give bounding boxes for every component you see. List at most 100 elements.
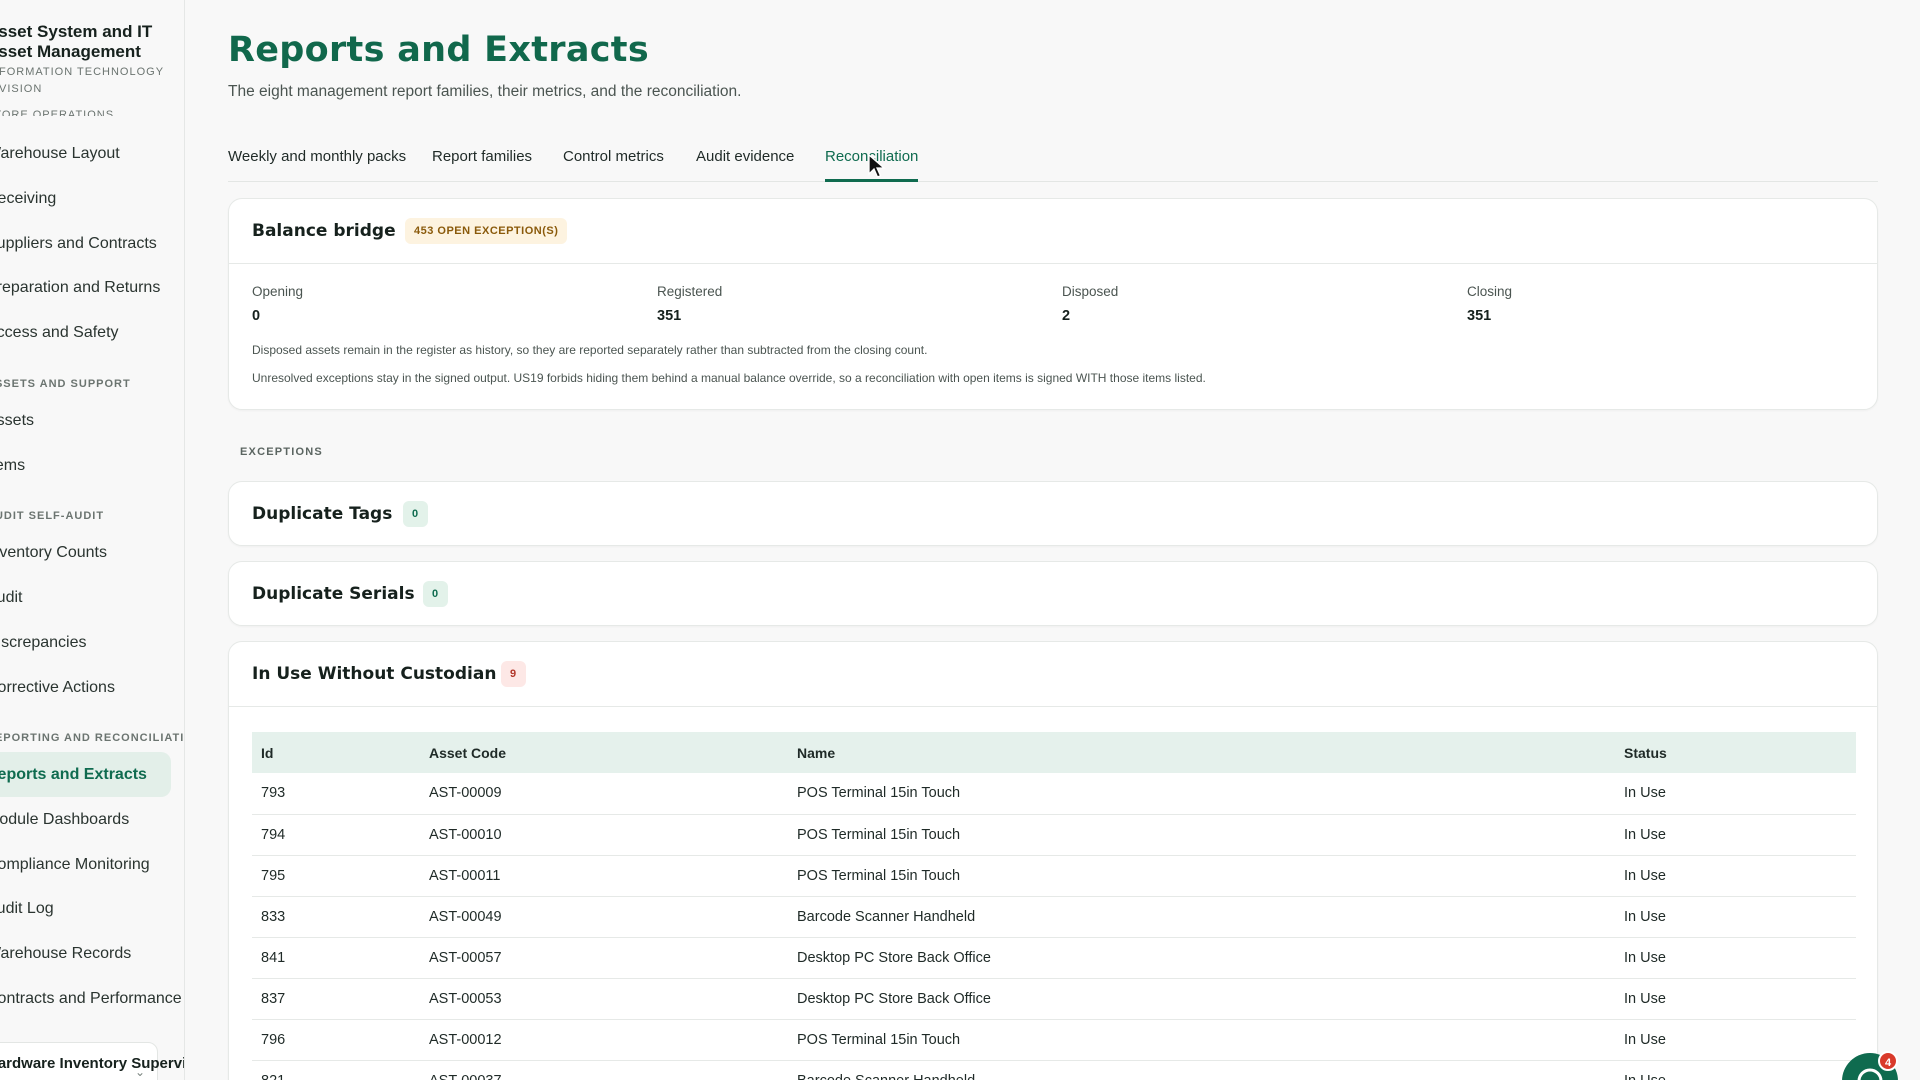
divider (229, 263, 1877, 264)
sidebar-section-support: ASSETS AND SUPPORT (0, 378, 131, 390)
table-row[interactable]: 841 AST-00057 Desktop PC Store Back Offi… (252, 937, 1856, 978)
cell-name: Desktop PC Store Back Office (797, 990, 991, 1007)
cell-status: In Use (1624, 785, 1666, 802)
sidebar-item-receiving[interactable]: Receiving (0, 176, 171, 221)
table-header-row: Id Asset Code Name Status (252, 732, 1856, 773)
cell-name: POS Terminal 15in Touch (797, 867, 961, 884)
duplicate-serials-card[interactable]: Duplicate Serials 0 (228, 561, 1878, 626)
sidebar-item-reports-extracts[interactable]: Reports and Extracts (0, 752, 171, 797)
cell-asset-code: AST-00010 (429, 826, 502, 843)
table-row[interactable]: 837 AST-00053 Desktop PC Store Back Offi… (252, 978, 1856, 1019)
cell-status: In Use (1624, 826, 1666, 843)
sidebar-item-module-dashboards[interactable]: Module Dashboards (0, 797, 171, 842)
cell-status: In Use (1615, 1060, 1856, 1080)
duplicate-tags-title: Duplicate Tags (252, 504, 393, 524)
sidebar-item-items[interactable]: Items (0, 443, 171, 488)
metric-label: Registered (657, 284, 723, 299)
metric-disposed: Disposed 2 (1062, 284, 1118, 324)
cell-asset-code: AST-00009 (429, 785, 502, 802)
cell-id: 833 (261, 908, 286, 925)
sidebar-item-contracts[interactable]: Contracts and Performance (0, 976, 182, 1021)
sidebar-item-warehouse-records[interactable]: Warehouse Records (0, 931, 171, 976)
exceptions-section-label: EXCEPTIONS (240, 446, 323, 458)
sidebar-item-access[interactable]: Access and Safety (0, 310, 171, 355)
sidebar-item-audit-log[interactable]: Audit Log (0, 886, 171, 931)
cell-id: 793 (261, 785, 286, 802)
page-title: Reports and Extracts (228, 30, 649, 70)
metric-value: 351 (1467, 308, 1492, 324)
mouse-cursor-icon (868, 154, 886, 178)
tab-weekly-monthly-packs[interactable]: Weekly and monthly packs (228, 148, 406, 182)
sidebar-section-store: STORE OPERATIONS (0, 109, 115, 116)
cell-id: 796 (261, 1031, 286, 1048)
metric-value: 351 (657, 308, 682, 324)
bridge-note-disposed: Disposed assets remain in the register a… (252, 343, 928, 357)
sidebar-item-discrepancies[interactable]: Discrepancies (0, 620, 171, 665)
in-use-without-custodian-card: In Use Without Custodian 9 Id Asset Code… (228, 641, 1878, 1080)
cell-id: 821 (252, 1060, 420, 1080)
open-exceptions-badge: 453 OPEN EXCEPTION(S) (405, 218, 568, 244)
cell-status: In Use (1624, 1031, 1666, 1048)
sidebar-item-assets[interactable]: Assets (0, 398, 171, 443)
cell-status: In Use (1624, 990, 1666, 1007)
tab-control-metrics[interactable]: Control metrics (563, 148, 664, 182)
column-header-id[interactable]: Id (252, 732, 420, 773)
cell-status: In Use (1624, 908, 1666, 925)
metric-opening: Opening 0 (252, 284, 303, 324)
cell-asset-code: AST-00049 (429, 908, 502, 925)
column-header-asset-code[interactable]: Asset Code (420, 732, 788, 773)
table-row[interactable]: 821 AST-00037 Barcode Scanner Handheld I… (252, 1060, 1856, 1080)
sidebar-item-inventory-counts[interactable]: Inventory Counts (0, 530, 171, 575)
user-menu[interactable]: Hardware Inventory Supervisor ⌄ (0, 1042, 185, 1080)
app-subtitle: INFORMATION TECHNOLOGY DIVISION (0, 66, 164, 95)
sidebar-item-corrective-actions[interactable]: Corrective Actions (0, 665, 171, 710)
sidebar-item-audit[interactable]: Audit (0, 575, 171, 620)
divider (229, 706, 1877, 707)
user-name: Hardware Inventory Supervisor (0, 1055, 185, 1072)
in-use-without-custodian-count-badge: 9 (501, 661, 526, 687)
chevron-down-icon: ⌄ (134, 1065, 145, 1079)
cell-name: POS Terminal 15in Touch (797, 826, 961, 843)
metric-closing: Closing 351 (1467, 284, 1512, 324)
cell-name: Barcode Scanner Handheld (788, 1060, 1615, 1080)
table-row[interactable]: 796 AST-00012 POS Terminal 15in Touch In… (252, 1019, 1856, 1060)
sidebar-item-warehouse-layout[interactable]: Warehouse Layout (0, 131, 171, 176)
cell-status: In Use (1624, 867, 1666, 884)
cell-id: 841 (261, 949, 286, 966)
duplicate-serials-title: Duplicate Serials (252, 584, 415, 604)
cell-id: 837 (261, 990, 286, 1007)
cell-asset-code: AST-00053 (429, 990, 502, 1007)
table-row[interactable]: 833 AST-00049 Barcode Scanner Handheld I… (252, 896, 1856, 937)
page-subtitle: The eight management report families, th… (228, 83, 742, 100)
metric-label: Opening (252, 284, 304, 299)
cell-name: Barcode Scanner Handheld (797, 908, 976, 925)
tab-audit-evidence[interactable]: Audit evidence (696, 148, 794, 182)
balance-bridge-card: Balance bridge 453 OPEN EXCEPTION(S) Ope… (228, 198, 1878, 410)
metric-registered: Registered 351 (657, 284, 722, 324)
table-row[interactable]: 793 AST-00009 POS Terminal 15in Touch In… (252, 773, 1856, 814)
tab-bar: Weekly and monthly packs Report families… (228, 136, 1878, 182)
sidebar-section-audit: AUDIT SELF-AUDIT (0, 510, 105, 522)
column-header-name[interactable]: Name (788, 732, 1615, 773)
metric-value: 0 (252, 308, 261, 324)
table-row[interactable]: 795 AST-00011 POS Terminal 15in Touch In… (252, 855, 1856, 896)
metric-label: Closing (1467, 284, 1513, 299)
notification-count-badge: 4 (1878, 1051, 1898, 1071)
column-header-status[interactable]: Status (1615, 732, 1856, 773)
sidebar-item-preparation[interactable]: Preparation and Returns (0, 265, 171, 310)
cell-id: 794 (261, 826, 286, 843)
cell-id: 795 (261, 867, 286, 884)
metric-label: Disposed (1062, 284, 1119, 299)
metric-value: 2 (1062, 308, 1071, 324)
bridge-note-exceptions: Unresolved exceptions stay in the signed… (252, 371, 1206, 385)
sidebar-item-suppliers[interactable]: Suppliers and Contracts (0, 221, 171, 266)
cell-asset-code: AST-00012 (429, 1031, 502, 1048)
sidebar-item-compliance[interactable]: Compliance Monitoring (0, 842, 171, 887)
duplicate-tags-count-badge: 0 (403, 501, 428, 527)
table-row[interactable]: 794 AST-00010 POS Terminal 15in Touch In… (252, 814, 1856, 855)
cell-name: POS Terminal 15in Touch (797, 1031, 961, 1048)
in-use-without-custodian-title: In Use Without Custodian (252, 664, 497, 684)
tab-report-families[interactable]: Report families (432, 148, 532, 182)
duplicate-serials-count-badge: 0 (423, 581, 448, 607)
duplicate-tags-card[interactable]: Duplicate Tags 0 (228, 481, 1878, 546)
